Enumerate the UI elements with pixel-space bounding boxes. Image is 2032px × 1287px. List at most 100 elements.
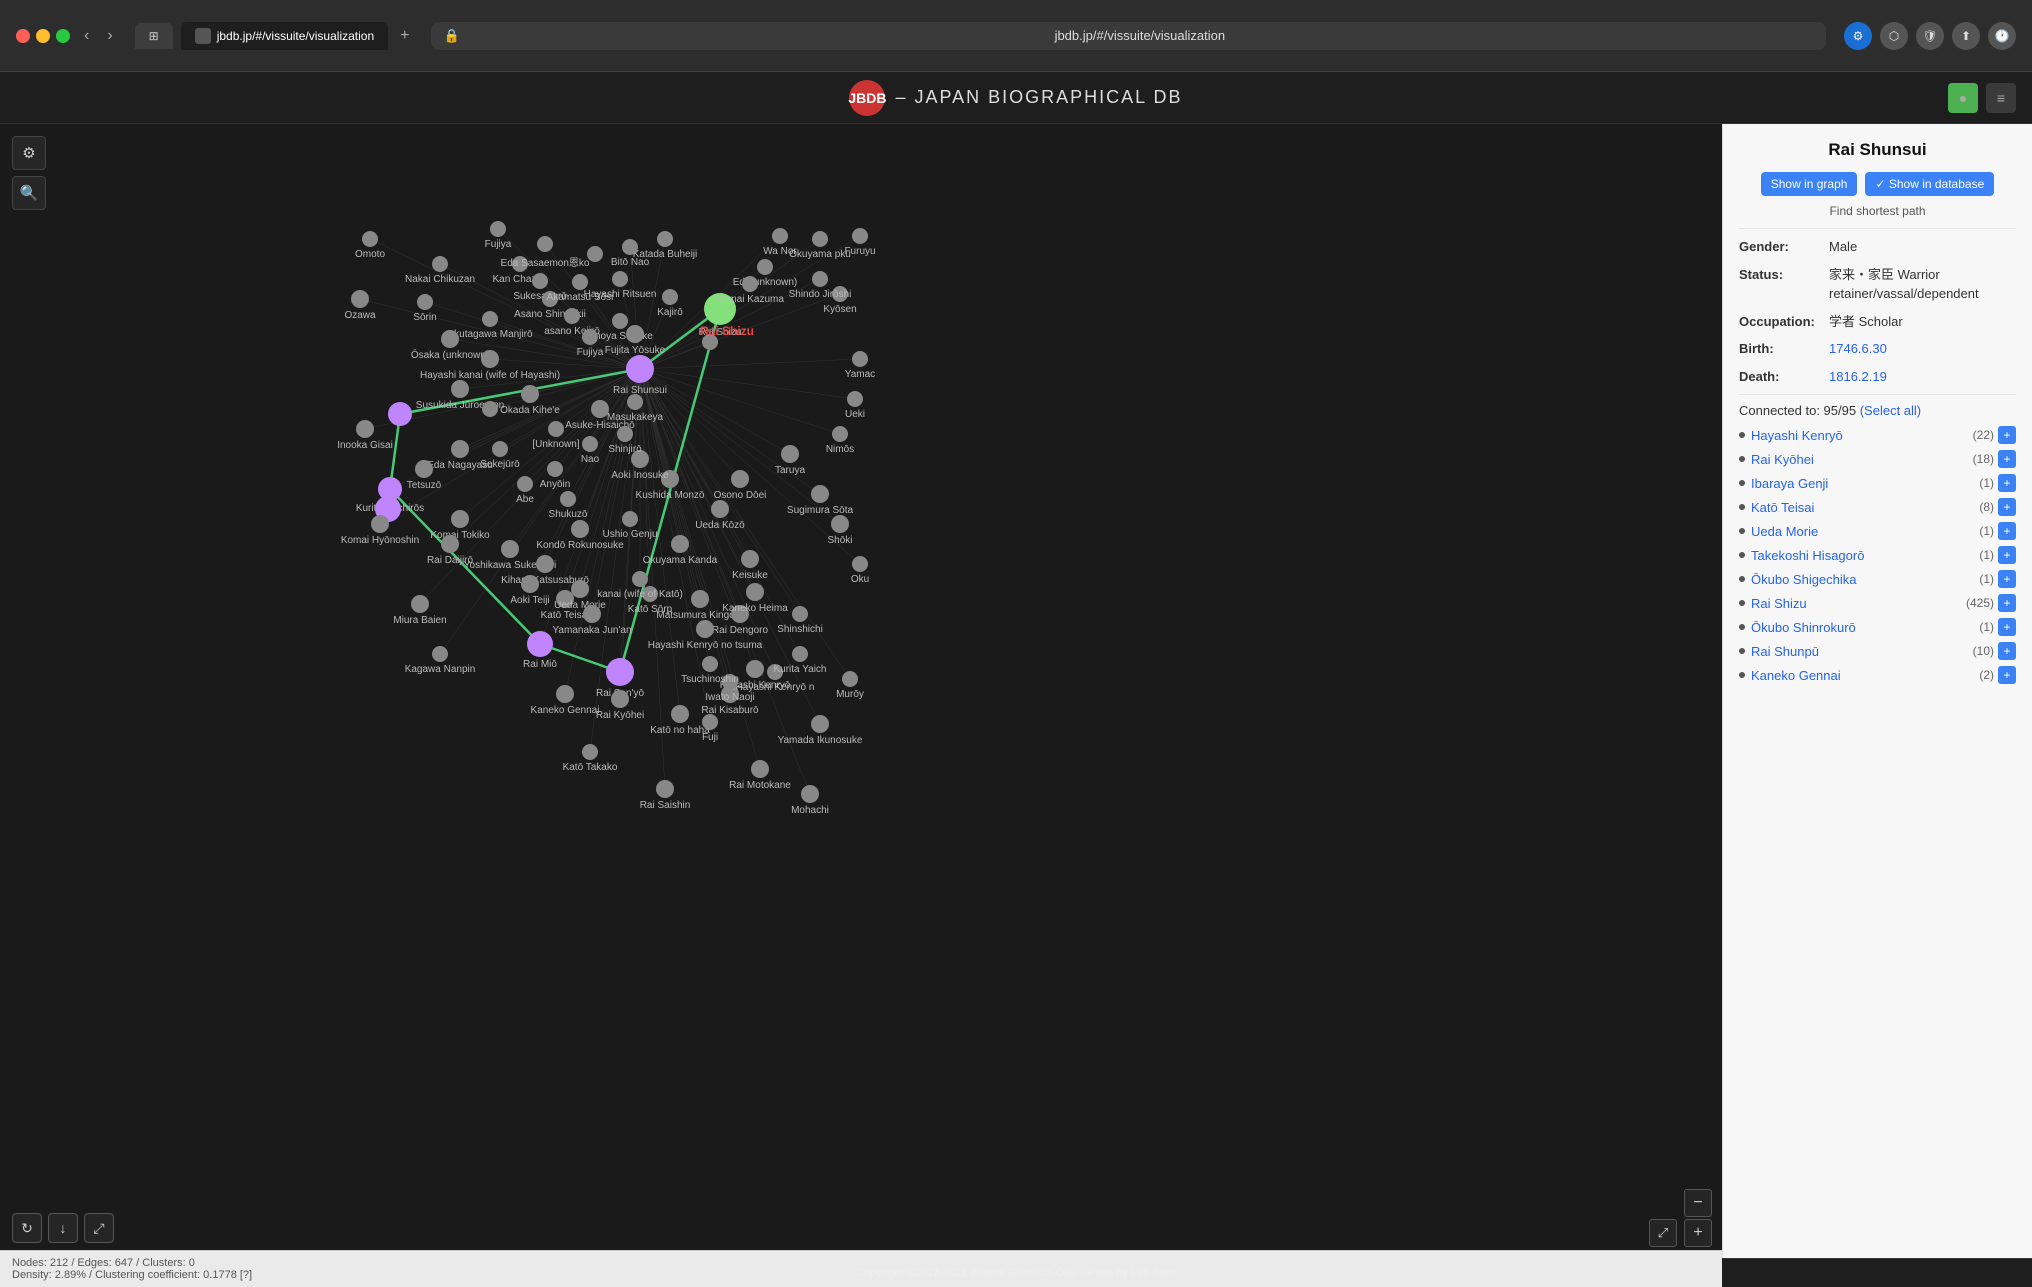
graph-node-kaneko-heima[interactable]: Kaneko Heima bbox=[746, 583, 764, 601]
fullscreen-graph-button[interactable]: ⤢ bbox=[1649, 1219, 1677, 1247]
graph-node-fujiya-yosuke[interactable]: Fujita Yōsuke bbox=[626, 325, 644, 343]
graph-node-ueki[interactable]: Ueki bbox=[847, 391, 863, 407]
graph-node-hayashi-kenryo2[interactable]: Hayashi Kenryō n bbox=[767, 664, 783, 680]
graph-node-kato-sorp[interactable]: Katō Sōrp bbox=[642, 586, 658, 602]
connection-name-1[interactable]: Rai Kyōhei bbox=[1751, 452, 1973, 467]
graph-node-naka-chikuzan[interactable]: Nakai Chikuzan bbox=[432, 256, 448, 272]
new-tab-plus[interactable]: + bbox=[396, 23, 413, 49]
connection-expand-button-1[interactable]: + bbox=[1998, 450, 2016, 468]
refresh-graph-button[interactable]: ↻ bbox=[12, 1213, 42, 1243]
graph-node-sorin[interactable]: Sōrin bbox=[417, 294, 433, 310]
connection-expand-button-4[interactable]: + bbox=[1998, 522, 2016, 540]
graph-node-nimoos[interactable]: Nimōs bbox=[832, 426, 848, 442]
zoom-out-button[interactable]: − bbox=[1684, 1189, 1712, 1217]
graph-node-fujiya[interactable]: Fujiya bbox=[490, 221, 506, 237]
connection-name-5[interactable]: Takekoshi Hisagorō bbox=[1751, 548, 1979, 563]
graph-node-shoki[interactable]: Shōki bbox=[831, 515, 849, 533]
graph-node-muro[interactable]: Murōy bbox=[842, 671, 858, 687]
graph-node-kyosen[interactable]: Kyōsen bbox=[832, 286, 848, 302]
graph-node-fujiya2[interactable]: Fujiya bbox=[582, 329, 598, 345]
graph-node-nao[interactable]: Nao bbox=[582, 436, 598, 452]
graph-node-wa-nor[interactable]: Wa Nor bbox=[772, 228, 788, 244]
graph-node-ozawa[interactable]: Ozawa bbox=[351, 290, 369, 308]
graph-node-ushio-genju[interactable]: Ushio Genju bbox=[622, 511, 638, 527]
graph-node-asano-kejiro[interactable]: asano Kejirō bbox=[564, 308, 580, 324]
graph-node-shinjiro[interactable]: Shinjirō bbox=[617, 426, 633, 442]
shield-button[interactable]: 🛡 bbox=[1916, 22, 1944, 50]
share-button[interactable]: ⬆ bbox=[1952, 22, 1980, 50]
graph-node-asano[interactable]: Asano Shineakii bbox=[542, 291, 558, 307]
status-button[interactable]: ● bbox=[1948, 83, 1978, 113]
expand-graph-button[interactable]: ⤢ bbox=[84, 1213, 114, 1243]
graph-node-asuke[interactable]: Asuke-Hisaichō bbox=[591, 400, 609, 418]
graph-node-okuyama-pku[interactable]: Okuyama pku bbox=[812, 231, 828, 247]
graph-node-osono-doi[interactable]: Osono Dōei bbox=[731, 470, 749, 488]
graph-node-masukakeya[interactable]: Masukakeya bbox=[627, 394, 643, 410]
graph-node-okada-kihe[interactable]: Okada Kihe'e bbox=[521, 385, 539, 403]
graph-node-kihara-katsusan[interactable]: Kihara Katsusaburō bbox=[536, 555, 554, 573]
download-graph-button[interactable]: ↓ bbox=[48, 1213, 78, 1243]
close-button[interactable] bbox=[16, 29, 30, 43]
connection-name-2[interactable]: Ibaraya Genji bbox=[1751, 476, 1979, 491]
graph-node-rai-daijiro[interactable]: Rai Daijirō bbox=[441, 535, 459, 553]
history-button[interactable]: 🕐 bbox=[1988, 22, 2016, 50]
graph-node-rai-saishin[interactable]: Rai Saishin bbox=[656, 780, 674, 798]
connection-name-3[interactable]: Katō Teisai bbox=[1751, 500, 1979, 515]
graph-node-komai-kazuma[interactable]: Komai Kazuma bbox=[742, 276, 758, 292]
graph-node-aoki-inosuke[interactable]: Aoki Inosuke bbox=[631, 450, 649, 468]
graph-node-kajiro[interactable]: Kajirō bbox=[662, 289, 678, 305]
death-value[interactable]: 1816.2.19 bbox=[1829, 367, 1887, 387]
graph-node-eda-nagayasu[interactable]: Eda Nagayasu bbox=[451, 440, 469, 458]
graph-node-omoto[interactable]: Omoto bbox=[362, 231, 378, 247]
back-button[interactable]: ‹ bbox=[80, 23, 93, 49]
graph-node-n1[interactable] bbox=[388, 402, 412, 426]
graph-node-yoshikawa-sukemori[interactable]: Yoshikawa Sukemori bbox=[501, 540, 519, 558]
graph-canvas[interactable]: Rai ShunsuiRai ShizuKurita HachirōsRai M… bbox=[0, 124, 1722, 1258]
graph-node-sekejuro[interactable]: Sekejūrō bbox=[492, 441, 508, 457]
connection-expand-button-6[interactable]: + bbox=[1998, 570, 2016, 588]
active-tab[interactable]: jbdb.jp/#/vissuite/visualization bbox=[181, 22, 388, 50]
connection-name-9[interactable]: Rai Shunpū bbox=[1751, 644, 1973, 659]
graph-node-rai-shizu[interactable]: Rai Shizu bbox=[704, 293, 736, 325]
graph-node-unknown[interactable]: [Unknown] bbox=[548, 421, 564, 437]
graph-node-kondo-rokunosuke[interactable]: Kondō Rokunosuke bbox=[571, 520, 589, 538]
connection-expand-button-2[interactable]: + bbox=[1998, 474, 2016, 492]
graph-node-akamatsu[interactable]: Akamatsu Sōsi bbox=[572, 274, 588, 290]
graph-node-katada-buheiji[interactable]: Katada Buheiji bbox=[657, 231, 673, 247]
graph-node-sugimura-sota[interactable]: Sugimura Sōta bbox=[811, 485, 829, 503]
graph-node-kan-chazan2[interactable] bbox=[587, 246, 603, 262]
graph-node-eda-sasaemon[interactable]: Eda Sasaemon恩ko bbox=[537, 236, 553, 252]
connection-expand-button-9[interactable]: + bbox=[1998, 642, 2016, 660]
graph-node-keisuke[interactable]: Keisuke bbox=[741, 550, 759, 568]
connection-name-8[interactable]: Ōkubo Shinrokurō bbox=[1751, 620, 1979, 635]
graph-node-rai-kyohei-node[interactable]: Rai Kyōhei bbox=[611, 690, 629, 708]
connection-expand-button-5[interactable]: + bbox=[1998, 546, 2016, 564]
address-bar[interactable] bbox=[466, 28, 1814, 43]
show-in-database-button[interactable]: ✓ Show in database bbox=[1865, 172, 1994, 196]
graph-node-komai-hyonoshin[interactable]: Komai Hyōnoshin bbox=[371, 515, 389, 533]
graph-node-shukuzo[interactable]: Shukuzō bbox=[560, 491, 576, 507]
graph-node-kagawa-nanpin[interactable]: Kagawa Nanpin bbox=[432, 646, 448, 662]
connection-name-0[interactable]: Hayashi Kenryō bbox=[1751, 428, 1973, 443]
fullscreen-button[interactable] bbox=[56, 29, 70, 43]
graph-node-fuji[interactable]: Fuji bbox=[702, 714, 718, 730]
graph-node-rai-motokane[interactable]: Rai Motokane bbox=[751, 760, 769, 778]
forward-button[interactable]: › bbox=[103, 23, 116, 49]
menu-button[interactable]: ≡ bbox=[1986, 83, 2016, 113]
zoom-in-button[interactable]: + bbox=[1684, 1219, 1712, 1247]
graph-node-bito-nao[interactable]: Bitō Nao bbox=[622, 239, 638, 255]
graph-node-rai-sanyo[interactable]: Rai San'yō bbox=[606, 658, 634, 686]
connection-name-10[interactable]: Kaneko Gennai bbox=[1751, 668, 1979, 683]
connection-expand-button-10[interactable]: + bbox=[1998, 666, 2016, 684]
graph-node-kanai-wife[interactable]: kanai (wife of Katō) bbox=[632, 571, 648, 587]
graph-node-furuy[interactable]: Furuyu bbox=[852, 228, 868, 244]
connection-expand-button-7[interactable]: + bbox=[1998, 594, 2016, 612]
show-in-graph-button[interactable]: Show in graph bbox=[1761, 172, 1858, 196]
minimize-button[interactable] bbox=[36, 29, 50, 43]
graph-node-aoki-teiji[interactable]: Aoki Teiji bbox=[521, 575, 539, 593]
graph-node-abe[interactable]: Abe bbox=[517, 476, 533, 492]
graph-node-susukida-juroemon[interactable]: Susukida Jūroemon bbox=[451, 380, 469, 398]
graph-node-okuyama-kanda[interactable]: Okuyama Kanda bbox=[671, 535, 689, 553]
graph-node-miura-baien[interactable]: Miura Baien bbox=[411, 595, 429, 613]
graph-node-mohachi[interactable]: Mohachi bbox=[801, 785, 819, 803]
